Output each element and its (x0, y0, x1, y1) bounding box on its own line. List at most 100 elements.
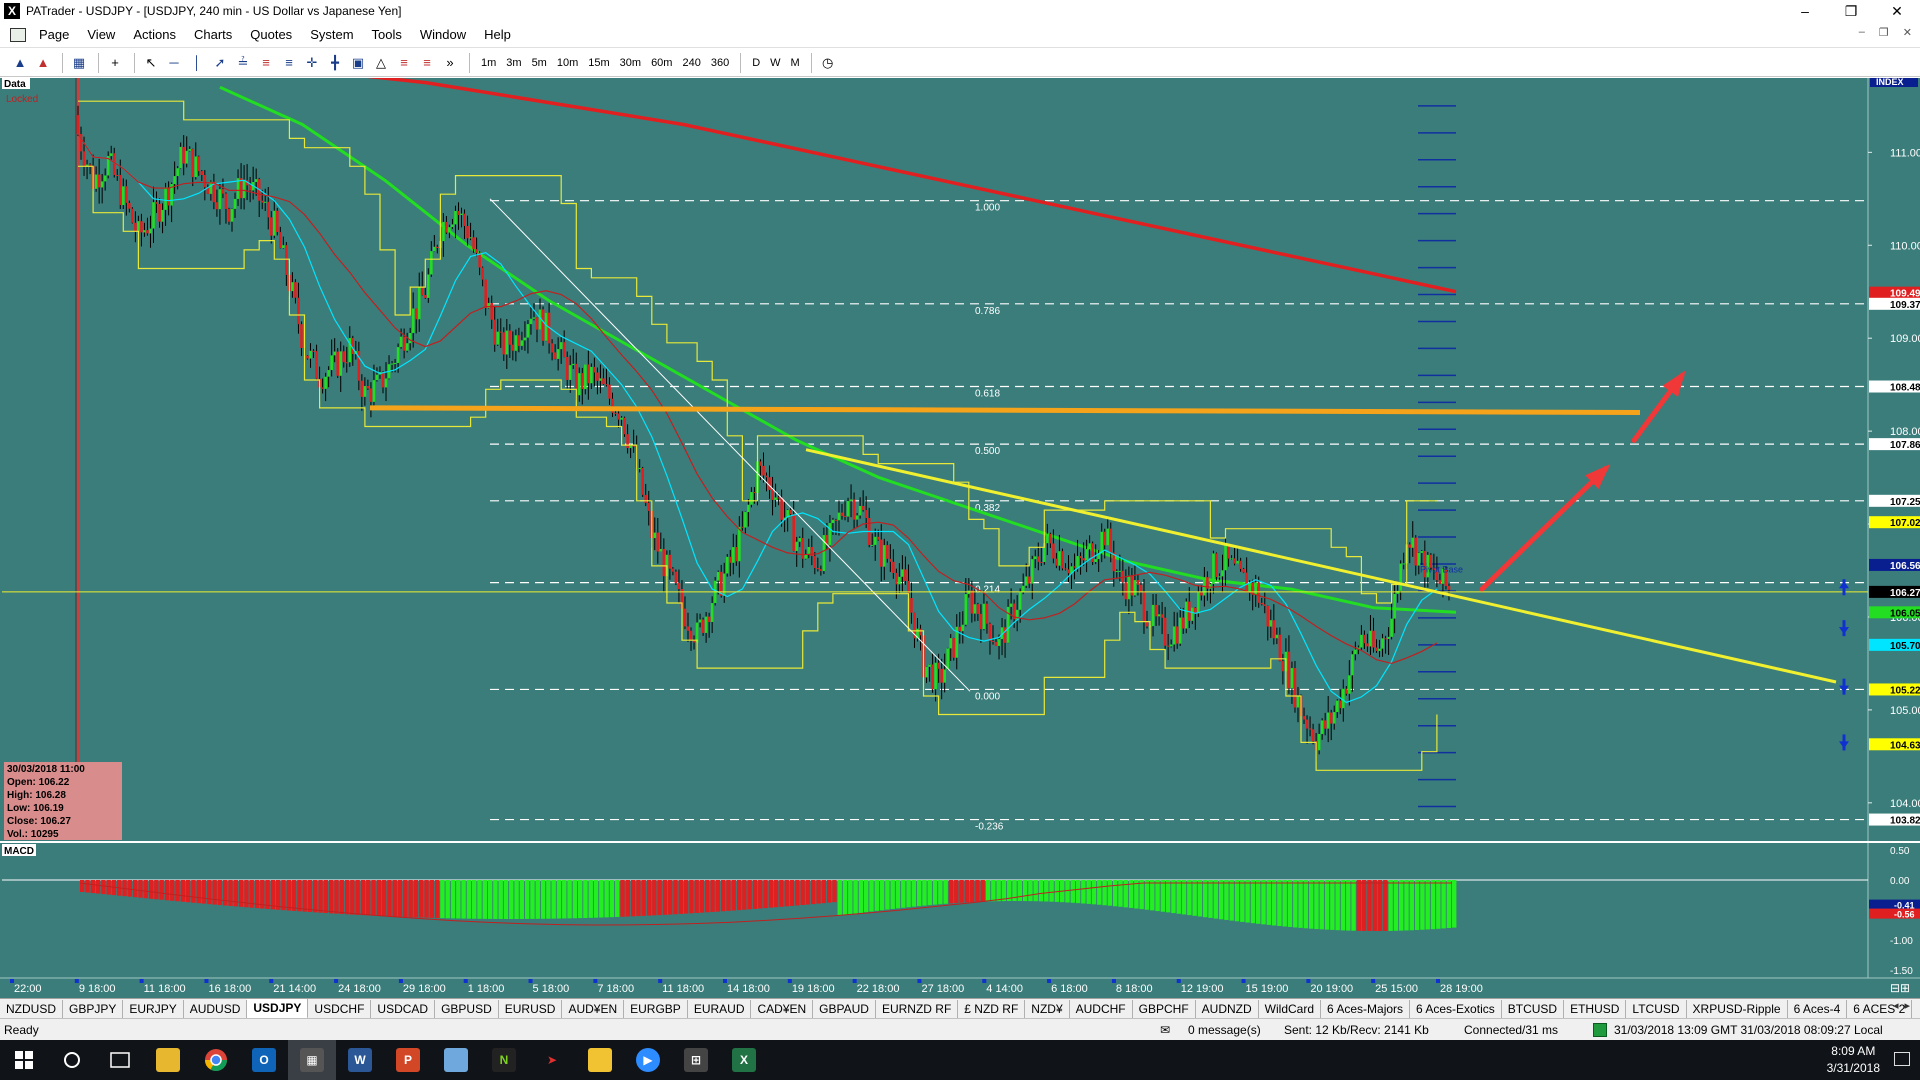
taskbar-chrome[interactable] (192, 1040, 240, 1080)
symbol-tab[interactable]: ETHUSD (1564, 999, 1627, 1018)
restore-button[interactable]: ❐ (1828, 0, 1874, 22)
symbol-tab[interactable]: £ NZD RF (958, 999, 1026, 1018)
triangle-icon[interactable]: △ (371, 53, 391, 73)
menu-tools[interactable]: Tools (363, 22, 411, 48)
symbol-tab[interactable]: GBPJPY (63, 999, 124, 1018)
taskbar-app-red[interactable]: ➤ (528, 1040, 576, 1080)
symbol-tab[interactable]: USDJPY (247, 999, 309, 1018)
mdi-minimize-button[interactable]: – (1859, 26, 1865, 39)
timeframe-3m-button[interactable]: 3m (501, 53, 526, 73)
symbol-tab[interactable]: AUD¥EN (562, 999, 625, 1018)
symbol-tab[interactable]: XRPUSD-Ripple (1687, 999, 1788, 1018)
status-messages[interactable]: 0 message(s) (1188, 1023, 1261, 1037)
crosshair-icon[interactable]: + (105, 53, 125, 73)
timeframe-360-button[interactable]: 360 (706, 53, 734, 73)
symbol-tab[interactable]: AUDCHF (1070, 999, 1133, 1018)
chart-area[interactable]: 111.00110.00109.00108.00107.00106.00105.… (0, 78, 1920, 998)
symbol-tab[interactable]: AUDNZD (1196, 999, 1259, 1018)
symbol-tab[interactable]: BTCUSD (1502, 999, 1565, 1018)
envelope-icon[interactable]: ✉ (1160, 1023, 1170, 1037)
symbol-tab[interactable]: EURJPY (123, 999, 184, 1018)
timeframe-240-button[interactable]: 240 (677, 53, 705, 73)
channel-icon[interactable]: ≟ (233, 53, 253, 73)
menu-help[interactable]: Help (475, 22, 520, 48)
text-tool-icon[interactable]: ≡ (394, 53, 414, 73)
timeframe-60m-button[interactable]: 60m (646, 53, 677, 73)
timeframe-w-button[interactable]: W (765, 53, 785, 73)
symbol-tab[interactable]: NZDUSD (0, 999, 63, 1018)
symbol-tab[interactable]: GBPAUD (813, 999, 876, 1018)
timeframe-1m-button[interactable]: 1m (476, 53, 501, 73)
menu-charts[interactable]: Charts (185, 22, 241, 48)
timeframe-5m-button[interactable]: 5m (527, 53, 552, 73)
close-button[interactable]: ✕ (1874, 0, 1920, 22)
fib-extension-icon[interactable]: ≡ (279, 53, 299, 73)
clock-icon[interactable]: ◷ (818, 53, 838, 73)
taskbar-outlook[interactable]: O (240, 1040, 288, 1080)
rectangle-icon[interactable]: ▣ (348, 53, 368, 73)
minimize-button[interactable]: – (1782, 0, 1828, 22)
pointer-icon[interactable]: ↖ (141, 53, 161, 73)
symbol-tab[interactable]: USDCHF (308, 999, 372, 1018)
symbol-tab[interactable]: 6 Aces-Exotics (1410, 999, 1502, 1018)
horizontal-line-icon[interactable]: ─ (164, 53, 184, 73)
menu-page[interactable]: Page (30, 22, 78, 48)
menu-view[interactable]: View (78, 22, 124, 48)
mdi-restore-button[interactable]: ❐ (1879, 26, 1889, 39)
more-tools-icon[interactable]: » (440, 53, 460, 73)
fibonacci-icon[interactable]: ≡ (256, 53, 276, 73)
taskbar-calculator[interactable]: ⊞ (672, 1040, 720, 1080)
delete-drawings-icon[interactable]: ≡ (417, 53, 437, 73)
menu-window[interactable]: Window (411, 22, 475, 48)
cycle-lines-icon[interactable]: ╋ (325, 53, 345, 73)
menu-quotes[interactable]: Quotes (241, 22, 301, 48)
task-view-button[interactable] (96, 1040, 144, 1080)
macd-bar (1107, 880, 1113, 906)
macd-bar (1277, 880, 1282, 926)
symbol-tab[interactable]: 6 Aces-Majors (1321, 999, 1411, 1018)
chart-type-icon[interactable]: ▦ (69, 53, 89, 73)
menu-actions[interactable]: Actions (124, 22, 185, 48)
timeframe-d-button[interactable]: D (747, 53, 765, 73)
search-button[interactable] (48, 1040, 96, 1080)
connect-icon[interactable]: ▲ (10, 53, 30, 73)
taskbar-excel[interactable]: X (720, 1040, 768, 1080)
price-chart[interactable]: 111.00110.00109.00108.00107.00106.00105.… (0, 78, 1920, 998)
symbol-tab[interactable]: GBPUSD (435, 999, 499, 1018)
symbol-tab[interactable]: 6 Aces-4 (1788, 999, 1848, 1018)
symbol-tab[interactable]: GBPCHF (1133, 999, 1196, 1018)
trendline-icon[interactable]: ➚ (210, 53, 230, 73)
taskbar-powerpoint[interactable]: P (384, 1040, 432, 1080)
candle-body (1218, 576, 1221, 578)
tab-scroll-arrows[interactable]: ◂▸ (1893, 999, 1916, 1012)
symbol-tab[interactable]: EURNZD RF (876, 999, 959, 1018)
taskbar-file-explorer[interactable] (144, 1040, 192, 1080)
symbol-tab[interactable]: NZD¥ (1025, 999, 1070, 1018)
taskbar-app-green[interactable]: N (480, 1040, 528, 1080)
timeframe-10m-button[interactable]: 10m (552, 53, 583, 73)
menu-system[interactable]: System (301, 22, 362, 48)
taskbar-word[interactable]: W (336, 1040, 384, 1080)
notification-icon[interactable] (1894, 1052, 1910, 1066)
symbol-tab[interactable]: EURGBP (624, 999, 688, 1018)
symbol-tab[interactable]: CAD¥EN (751, 999, 814, 1018)
timeframe-m-button[interactable]: M (786, 53, 805, 73)
symbol-tab[interactable]: LTCUSD (1626, 999, 1687, 1018)
symbol-tab[interactable]: AUDUSD (184, 999, 248, 1018)
symbol-tab[interactable]: USDCAD (371, 999, 436, 1018)
symbol-tab[interactable]: WildCard (1259, 999, 1321, 1018)
start-button[interactable] (0, 1040, 48, 1080)
taskbar-folder[interactable] (576, 1040, 624, 1080)
mdi-close-button[interactable]: ✕ (1903, 26, 1912, 39)
disconnect-icon[interactable]: ▲ (33, 53, 53, 73)
timeframe-30m-button[interactable]: 30m (615, 53, 646, 73)
taskbar-patrader[interactable]: ▦ (288, 1040, 336, 1080)
gann-fan-icon[interactable]: ✛ (302, 53, 322, 73)
vertical-line-icon[interactable]: │ (187, 53, 207, 73)
timeframe-15m-button[interactable]: 15m (583, 53, 614, 73)
taskbar-app-blue[interactable] (432, 1040, 480, 1080)
symbol-tab[interactable]: EURAUD (688, 999, 752, 1018)
taskbar-clock[interactable]: 8:09 AM 3/31/2018 (1827, 1043, 1880, 1077)
symbol-tab[interactable]: EURUSD (499, 999, 563, 1018)
taskbar-zoom[interactable]: ▶ (624, 1040, 672, 1080)
